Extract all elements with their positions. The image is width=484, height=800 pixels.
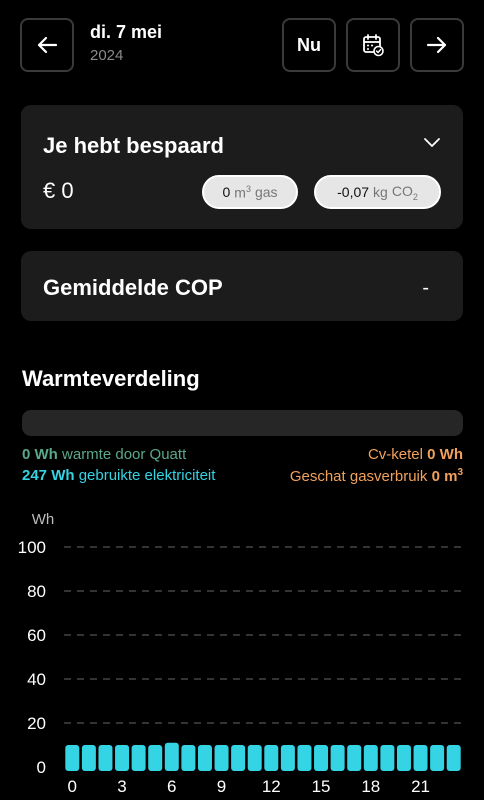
legend-estimated-gas: Geschat gasverbruik 0 m3 [289, 467, 463, 485]
x-tick-label: 0 [68, 777, 77, 796]
y-tick-label: 0 [37, 758, 46, 777]
bar-hour-1 [81, 745, 96, 771]
gas-savings-value: 0 [222, 184, 231, 200]
y-tick-label: 80 [27, 582, 46, 601]
bar-hour-16 [330, 745, 345, 771]
legend-boiler: Cv-ketel 0 Wh [367, 446, 463, 463]
cop-title: Gemiddelde COP [43, 275, 223, 300]
gas-label: gas [254, 184, 278, 200]
bar-hour-19 [380, 745, 395, 771]
bar-hour-3 [115, 745, 130, 771]
bar-hour-22 [430, 745, 445, 771]
bar-hour-9 [214, 745, 229, 771]
heat-distribution-bar [22, 410, 463, 436]
bar-hour-2 [98, 745, 113, 771]
y-axis-unit-label: Wh [32, 511, 55, 528]
legend-electricity: 247 Wh gebruikte elektriciteit [22, 467, 216, 484]
bar-hour-13 [280, 745, 295, 771]
bar-hour-14 [297, 745, 312, 771]
selected-date: di. 7 mei [90, 22, 163, 42]
gas-unit: m3 [234, 183, 251, 201]
co2-savings-value: -0,07 [337, 184, 370, 200]
x-tick-label: 15 [312, 777, 331, 796]
calendar-button[interactable] [346, 18, 400, 72]
bar-hour-11 [247, 745, 262, 771]
bar-hour-23 [446, 745, 461, 771]
bar-hour-7 [181, 745, 196, 771]
hourly-energy-chart: Wh 0 20 40 60 80 100 0 3 6 9 12 15 18 21 [18, 511, 462, 796]
x-tick-label: 6 [167, 777, 176, 796]
cop-value: - [422, 277, 429, 299]
bar-hour-4 [131, 745, 146, 771]
co2-unit: kg [373, 184, 388, 200]
y-tick-label: 20 [27, 714, 46, 733]
bar-hour-0 [65, 745, 80, 771]
y-tick-label: 40 [27, 670, 46, 689]
savings-title: Je hebt bespaard [43, 133, 224, 158]
co2-savings-badge: -0,07 kg CO2 [314, 175, 441, 209]
bar-hour-12 [264, 745, 279, 771]
arrow-left-icon [37, 36, 58, 54]
bar-hour-15 [314, 745, 329, 771]
bar-hour-20 [396, 745, 411, 771]
calendar-check-icon [363, 34, 384, 57]
legend-quatt-heat: 0 Wh warmte door Quatt [22, 446, 187, 463]
now-button[interactable]: Nu [282, 18, 336, 72]
x-tick-label: 18 [361, 777, 380, 796]
y-tick-label: 60 [27, 626, 46, 645]
previous-day-button[interactable] [20, 18, 74, 72]
chevron-down-icon[interactable] [423, 137, 441, 149]
x-tick-label: 12 [262, 777, 281, 796]
selected-year: 2024 [90, 47, 124, 64]
average-cop-card: Gemiddelde COP - [21, 251, 463, 321]
x-tick-label: 9 [217, 777, 226, 796]
savings-amount: € 0 [43, 178, 74, 203]
bar-hour-17 [347, 745, 362, 771]
bar-hour-21 [413, 745, 428, 771]
bar-hour-6 [164, 742, 179, 771]
bar-hour-18 [363, 745, 378, 771]
co2-label: CO2 [391, 182, 418, 202]
savings-card[interactable]: Je hebt bespaard € 0 0 m3 gas -0,07 kg C… [21, 105, 463, 229]
bar-hour-10 [231, 745, 246, 771]
heat-distribution-title: Warmteverdeling [22, 366, 200, 391]
gas-savings-badge: 0 m3 gas [202, 175, 298, 209]
x-tick-label: 21 [411, 777, 430, 796]
x-tick-label: 3 [117, 777, 126, 796]
arrow-right-icon [426, 36, 447, 54]
y-tick-label: 100 [18, 538, 46, 557]
next-day-button[interactable] [410, 18, 464, 72]
bar-hour-8 [197, 745, 212, 771]
bar-hour-5 [148, 745, 163, 771]
